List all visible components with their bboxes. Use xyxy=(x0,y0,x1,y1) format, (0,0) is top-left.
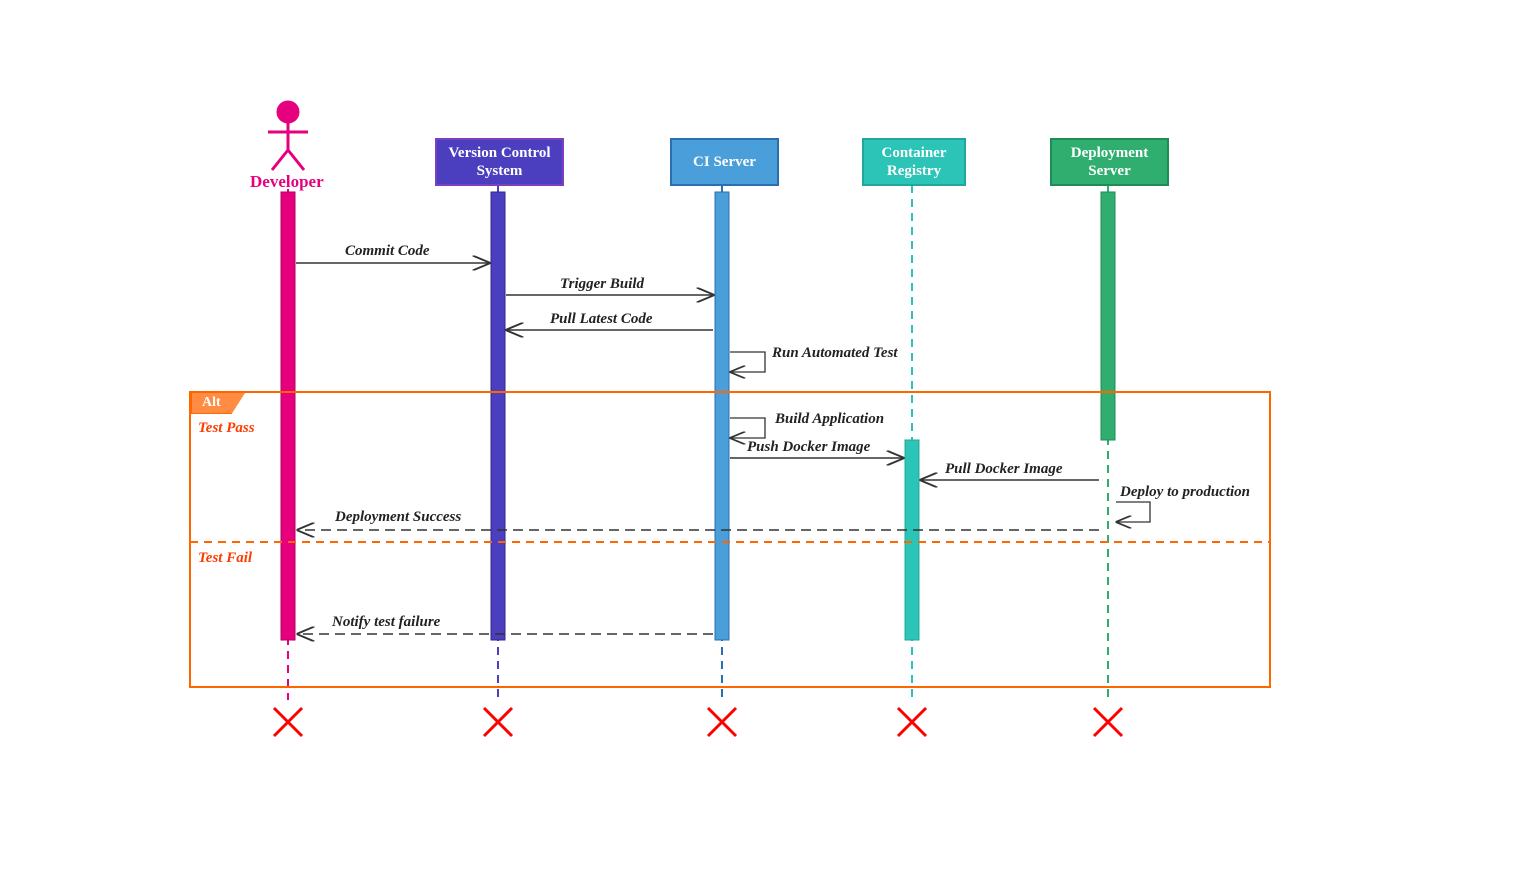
destroy-marks xyxy=(274,708,1122,736)
participant-registry-label: Container Registry xyxy=(864,144,964,180)
label-commit: Commit Code xyxy=(345,243,430,260)
label-build: Build Application xyxy=(775,411,884,428)
participant-ci: CI Server xyxy=(670,138,779,186)
label-notifyfail: Notify test failure xyxy=(332,614,440,631)
alt-tag: Alt xyxy=(191,392,232,414)
activation-dep xyxy=(1101,192,1115,440)
label-pullcode: Pull Latest Code xyxy=(550,311,653,328)
msg-build xyxy=(730,418,765,438)
participant-vcs-label: Version Control System xyxy=(437,144,562,180)
label-pullimg: Pull Docker Image xyxy=(945,461,1063,478)
label-trigger: Trigger Build xyxy=(560,276,644,293)
activation-dev xyxy=(281,192,295,640)
alt-guard-fail: Test Fail xyxy=(198,550,252,567)
activation-reg xyxy=(905,440,919,640)
participant-deploy: Deployment Server xyxy=(1050,138,1169,186)
participant-developer: Developer xyxy=(250,172,324,192)
participant-ci-label: CI Server xyxy=(693,153,756,171)
activation-ci xyxy=(715,192,729,640)
activation-vcs xyxy=(491,192,505,640)
label-success: Deployment Success xyxy=(335,509,461,526)
actor-developer xyxy=(268,102,308,170)
msg-deploy xyxy=(1116,502,1150,522)
participant-registry: Container Registry xyxy=(862,138,966,186)
msg-runtest xyxy=(730,352,765,372)
alt-guard-pass: Test Pass xyxy=(198,420,255,437)
participant-vcs: Version Control System xyxy=(435,138,564,186)
diagram-canvas: Developer Version Control System CI Serv… xyxy=(40,20,1480,850)
label-deploy: Deploy to production xyxy=(1120,484,1250,501)
label-push: Push Docker Image xyxy=(747,439,870,456)
label-runtest: Run Automated Test xyxy=(772,345,898,362)
participant-deploy-label: Deployment Server xyxy=(1052,144,1167,180)
